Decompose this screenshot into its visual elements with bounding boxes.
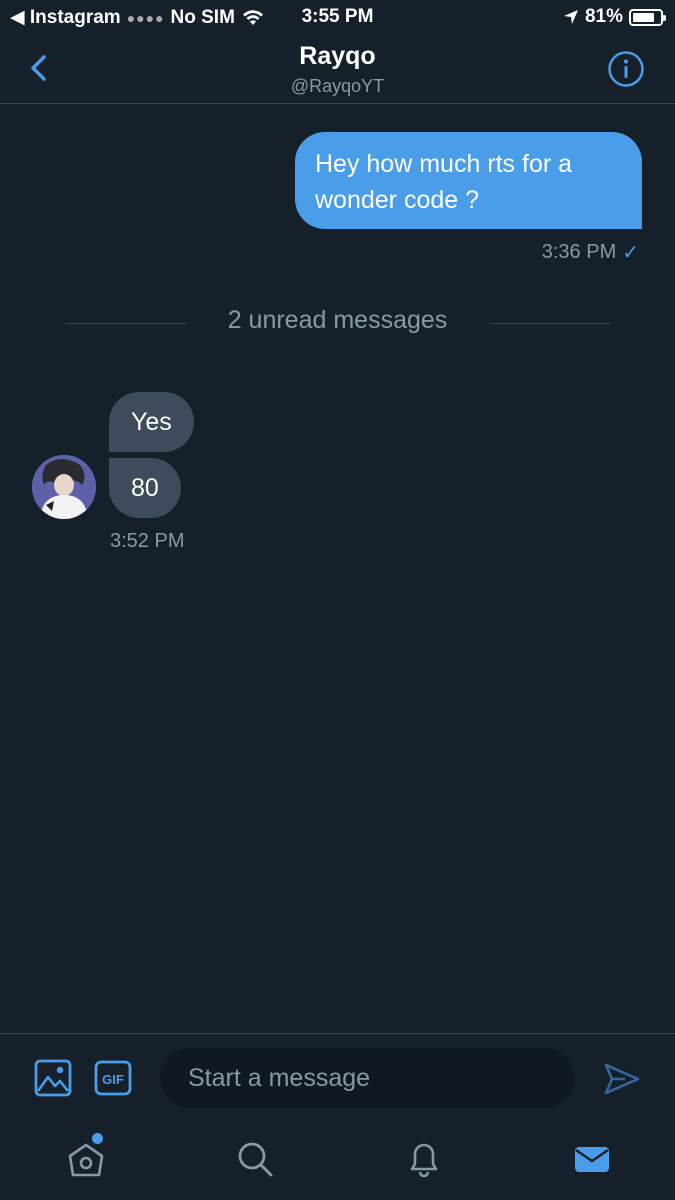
outgoing-message-bubble[interactable]: Hey how much rts for a wonder code ? xyxy=(295,132,642,229)
battery-icon xyxy=(629,8,666,26)
battery-percent: 81% xyxy=(584,6,623,27)
incoming-message-time: 3:52 PM xyxy=(110,530,185,552)
unread-divider-label: 2 unread messages xyxy=(227,306,448,334)
gif-button[interactable]: GIF xyxy=(94,1060,132,1096)
status-bar-right: 81% xyxy=(563,6,666,28)
sender-avatar[interactable] xyxy=(32,455,96,519)
conversation-header: Rayqo @RayqoYT xyxy=(0,34,675,104)
incoming-message-bubble[interactable]: Yes xyxy=(109,392,194,452)
image-icon[interactable] xyxy=(34,1059,72,1097)
read-check-icon: ✓ xyxy=(622,242,639,264)
unread-divider-line-right xyxy=(490,323,610,324)
new-activity-dot xyxy=(92,1133,103,1144)
gif-label: GIF xyxy=(102,1072,124,1087)
incoming-message-bubble[interactable]: 80 xyxy=(109,458,181,518)
info-icon[interactable] xyxy=(607,50,645,88)
message-input[interactable] xyxy=(160,1048,575,1108)
avatar-image xyxy=(32,455,96,519)
status-bar: ◀ Instagram ●●●● No SIM 3:55 PM 81% xyxy=(0,0,675,34)
send-icon[interactable] xyxy=(603,1060,641,1098)
battery-level xyxy=(633,12,655,22)
location-arrow-icon xyxy=(563,10,578,24)
gif-icon: GIF xyxy=(94,1060,132,1096)
conversation-handle: @RayqoYT xyxy=(290,76,385,96)
envelope-icon[interactable] xyxy=(572,1139,612,1179)
search-icon[interactable] xyxy=(235,1139,275,1179)
home-icon[interactable] xyxy=(66,1139,106,1179)
outgoing-message-meta: 3:36 PM ✓ xyxy=(542,240,639,265)
bell-icon[interactable] xyxy=(404,1139,444,1179)
message-composer: GIF xyxy=(0,1033,675,1123)
conversation-title[interactable]: Rayqo xyxy=(0,42,675,71)
outgoing-message-time: 3:36 PM xyxy=(541,241,617,263)
